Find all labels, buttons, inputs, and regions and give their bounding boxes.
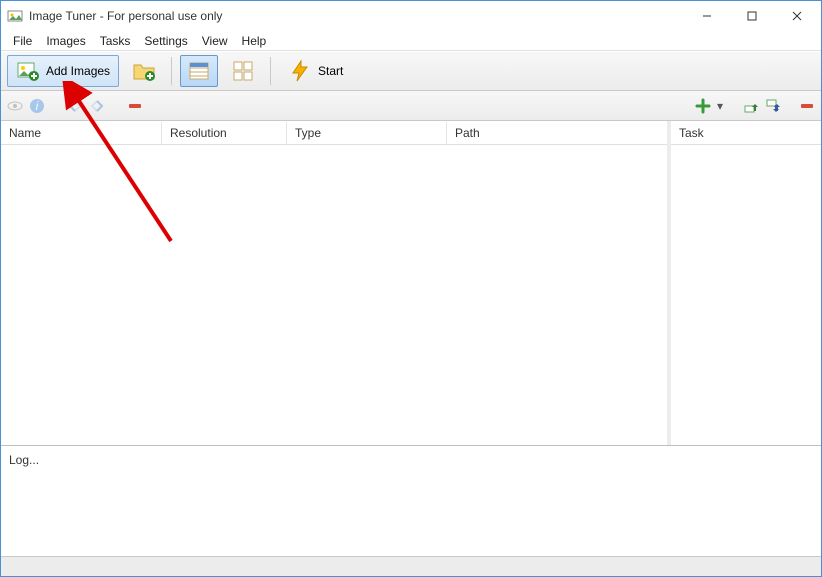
toolbar-separator	[171, 57, 172, 85]
list-view-icon	[187, 59, 211, 83]
minimize-button[interactable]	[684, 2, 729, 30]
images-panel: Name Resolution Type Path	[1, 121, 671, 445]
toolbar-main: Add Images Start	[1, 51, 821, 91]
tasks-panel: Task	[671, 121, 821, 445]
tasks-header-row: Task	[671, 121, 821, 145]
content-area: Name Resolution Type Path Task	[1, 121, 821, 446]
title-bar: Image Tuner - For personal use only	[1, 1, 821, 31]
thumbs-view-button[interactable]	[224, 55, 262, 87]
col-resolution[interactable]: Resolution	[161, 122, 286, 144]
start-label: Start	[318, 64, 343, 78]
menu-file[interactable]: File	[7, 32, 38, 50]
log-panel: Log...	[1, 446, 821, 556]
menu-view[interactable]: View	[196, 32, 234, 50]
status-bar	[1, 556, 821, 576]
rotate-left-icon[interactable]	[67, 98, 83, 114]
app-icon	[7, 8, 23, 24]
images-header-row: Name Resolution Type Path	[1, 121, 667, 145]
window-title: Image Tuner - For personal use only	[29, 9, 684, 23]
add-folder-icon	[132, 59, 156, 83]
log-label: Log...	[9, 453, 39, 467]
col-path[interactable]: Path	[446, 122, 667, 144]
remove-icon[interactable]	[127, 98, 143, 114]
menu-images[interactable]: Images	[40, 32, 91, 50]
svg-text:i: i	[36, 99, 39, 113]
info-icon[interactable]: i	[29, 98, 45, 114]
list-view-button[interactable]	[180, 55, 218, 87]
add-images-label: Add Images	[46, 64, 110, 78]
toolbar-separator	[270, 57, 271, 85]
col-task[interactable]: Task	[671, 122, 821, 144]
maximize-button[interactable]	[729, 2, 774, 30]
add-folder-button[interactable]	[125, 55, 163, 87]
add-task-icon[interactable]	[695, 98, 711, 114]
images-list-empty[interactable]	[1, 145, 667, 445]
start-button[interactable]: Start	[279, 55, 352, 87]
rotate-right-icon[interactable]	[89, 98, 105, 114]
remove-task-icon[interactable]	[799, 98, 815, 114]
add-images-button[interactable]: Add Images	[7, 55, 119, 87]
add-image-icon	[16, 59, 40, 83]
col-name[interactable]: Name	[1, 122, 161, 144]
menu-bar: File Images Tasks Settings View Help	[1, 31, 821, 51]
menu-help[interactable]: Help	[236, 32, 273, 50]
lightning-icon	[288, 59, 312, 83]
move-down-icon[interactable]	[765, 98, 781, 114]
col-type[interactable]: Type	[286, 122, 446, 144]
menu-tasks[interactable]: Tasks	[94, 32, 137, 50]
add-task-dropdown[interactable]: ▾	[717, 99, 725, 113]
thumbs-view-icon	[231, 59, 255, 83]
move-up-icon[interactable]	[743, 98, 759, 114]
close-button[interactable]	[774, 2, 819, 30]
eye-icon[interactable]	[7, 98, 23, 114]
menu-settings[interactable]: Settings	[138, 32, 193, 50]
toolbar-secondary: i ▾	[1, 91, 821, 121]
